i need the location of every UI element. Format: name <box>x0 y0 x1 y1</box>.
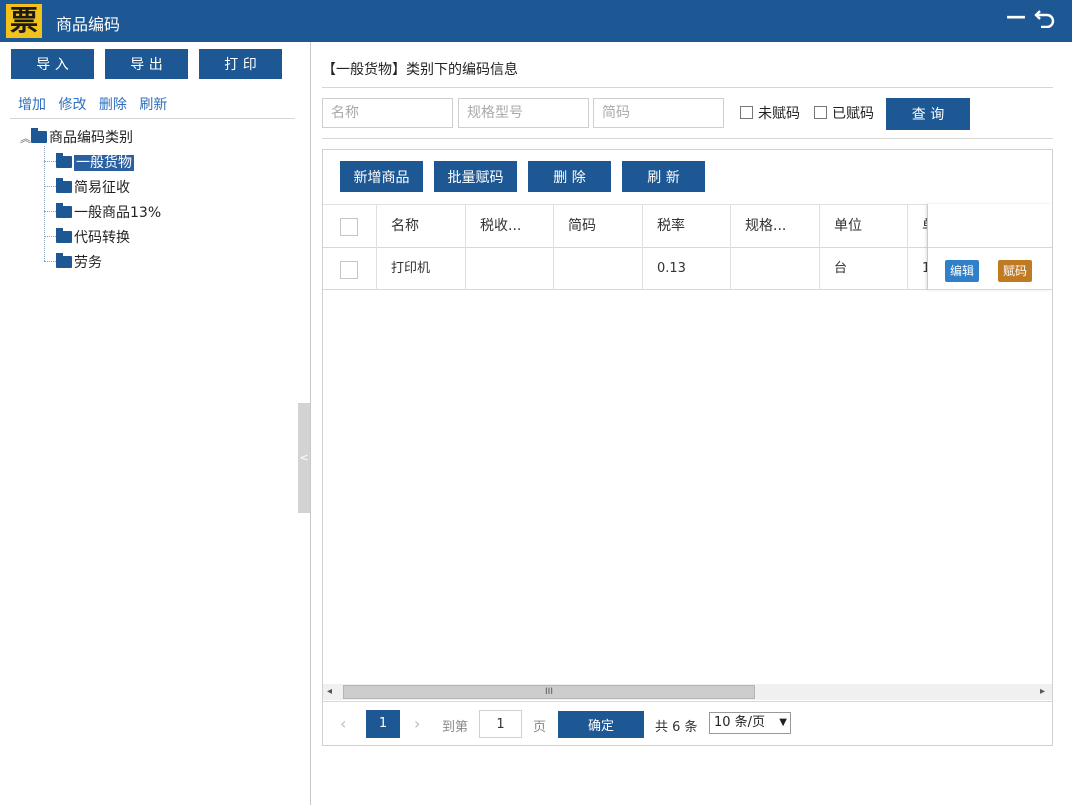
assigned-checkbox[interactable] <box>814 106 827 119</box>
add-goods-button[interactable]: 新增商品 <box>340 161 423 192</box>
tree-item-label: 简易征收 <box>74 180 130 196</box>
query-button[interactable]: 查 询 <box>886 98 970 130</box>
cell-short-code <box>554 248 643 290</box>
row-select-cell <box>323 248 377 290</box>
row-edit-button[interactable]: 编辑 <box>945 260 980 282</box>
folder-icon <box>31 128 47 143</box>
tree-item-label: 劳务 <box>74 255 102 271</box>
folder-icon <box>56 178 72 193</box>
tree-connector <box>44 146 45 261</box>
col-header-price[interactable]: 单 <box>908 204 928 248</box>
col-header-tax-class[interactable]: 税收... <box>466 204 554 248</box>
export-button[interactable]: 导 出 <box>105 49 188 79</box>
import-button[interactable]: 导 入 <box>11 49 94 79</box>
delete-button[interactable]: 删 除 <box>528 161 611 192</box>
tree-item-simple-collection[interactable]: 简易征收 <box>56 177 130 197</box>
left-panel <box>0 42 311 805</box>
chevron-down-icon: ▼ <box>779 717 787 728</box>
cell-tax-class <box>466 248 554 290</box>
page-title: 【一般货物】类别下的编码信息 <box>322 62 518 78</box>
page-size-select[interactable]: 10 条/页 ▼ <box>709 712 791 734</box>
col-header-short-code[interactable]: 简码 <box>554 204 643 248</box>
scroll-right-icon[interactable]: ▸ <box>1040 684 1045 700</box>
confirm-page-button[interactable]: 确定 <box>558 711 644 738</box>
tree-connector <box>44 186 56 187</box>
page-suffix: 页 <box>533 720 547 735</box>
print-button[interactable]: 打 印 <box>199 49 282 79</box>
batch-assign-button[interactable]: 批量赋码 <box>434 161 517 192</box>
goto-label: 到第 <box>442 720 469 735</box>
folder-icon <box>56 228 72 243</box>
tree-item-label: 代码转换 <box>74 230 130 246</box>
name-search-input[interactable] <box>322 98 453 128</box>
tree-root-label: 商品编码类别 <box>49 130 133 146</box>
col-header-rate[interactable]: 税率 <box>643 204 731 248</box>
tree-item-label: 一般货物 <box>74 155 134 171</box>
divider <box>323 701 1052 702</box>
scroll-left-icon[interactable]: ◂ <box>327 684 332 700</box>
unassigned-label: 未赋码 <box>758 106 800 122</box>
col-header-name[interactable]: 名称 <box>377 204 466 248</box>
unassigned-checkbox[interactable] <box>740 106 753 119</box>
tree-connector <box>44 261 56 262</box>
folder-icon <box>56 253 72 268</box>
scrollbar-thumb[interactable]: III <box>343 685 755 699</box>
tree-connector <box>44 236 56 237</box>
title-bar: 票 商品编码 — <box>0 0 1072 42</box>
minimize-icon[interactable]: — <box>1006 4 1026 28</box>
col-header-spec[interactable]: 规格... <box>731 204 820 248</box>
tree-actions: 增加 修改 删除 刷新 <box>18 94 175 114</box>
spec-search-input[interactable] <box>458 98 589 128</box>
divider <box>10 118 295 119</box>
tree-item-code-conversion[interactable]: 代码转换 <box>56 227 130 247</box>
app-logo: 票 <box>6 4 42 38</box>
cell-price: 1 <box>908 248 928 290</box>
tree-item-label: 一般商品13% <box>74 205 162 221</box>
panel-collapse-handle[interactable]: < <box>298 403 310 513</box>
divider <box>322 87 1053 88</box>
tree-connector <box>44 211 56 212</box>
row-checkbox[interactable] <box>340 261 358 279</box>
prev-page-icon[interactable]: ‹ <box>340 714 346 733</box>
divider <box>928 247 1052 248</box>
total-count: 共 6 条 <box>655 720 698 735</box>
divider <box>322 138 1053 139</box>
add-link[interactable]: 增加 <box>18 97 46 113</box>
tree-item-general-goods[interactable]: 一般货物 <box>56 152 134 172</box>
header-select-cell <box>323 204 377 248</box>
row-assign-button[interactable]: 赋码 <box>998 260 1033 282</box>
assigned-label: 已赋码 <box>832 106 874 122</box>
cell-name: 打印机 <box>377 248 466 290</box>
window-title: 商品编码 <box>56 15 121 34</box>
tree-connector <box>44 161 56 162</box>
page-size-value: 10 条/页 <box>714 715 766 730</box>
refresh-link[interactable]: 刷新 <box>139 97 167 113</box>
back-icon[interactable] <box>1034 6 1056 33</box>
tree-root[interactable]: ︽ 商品编码类别 <box>20 127 133 147</box>
tree-item-labor[interactable]: 劳务 <box>56 252 102 272</box>
page-1-button[interactable]: 1 <box>366 710 400 738</box>
tree-item-general-13[interactable]: 一般商品13% <box>56 202 161 222</box>
folder-icon <box>56 203 72 218</box>
cell-unit: 台 <box>820 248 908 290</box>
delete-link[interactable]: 删除 <box>99 97 127 113</box>
code-search-input[interactable] <box>593 98 724 128</box>
edit-link[interactable]: 修改 <box>58 97 86 113</box>
next-page-icon[interactable]: › <box>414 714 420 733</box>
cell-rate: 0.13 <box>643 248 731 290</box>
select-all-checkbox[interactable] <box>340 218 358 236</box>
goto-page-input[interactable]: 1 <box>479 710 522 738</box>
collapse-arrows-icon[interactable]: ︽ <box>20 132 31 145</box>
cell-spec <box>731 248 820 290</box>
col-header-unit[interactable]: 单位 <box>820 204 908 248</box>
refresh-button[interactable]: 刷 新 <box>622 161 705 192</box>
folder-icon <box>56 153 72 168</box>
